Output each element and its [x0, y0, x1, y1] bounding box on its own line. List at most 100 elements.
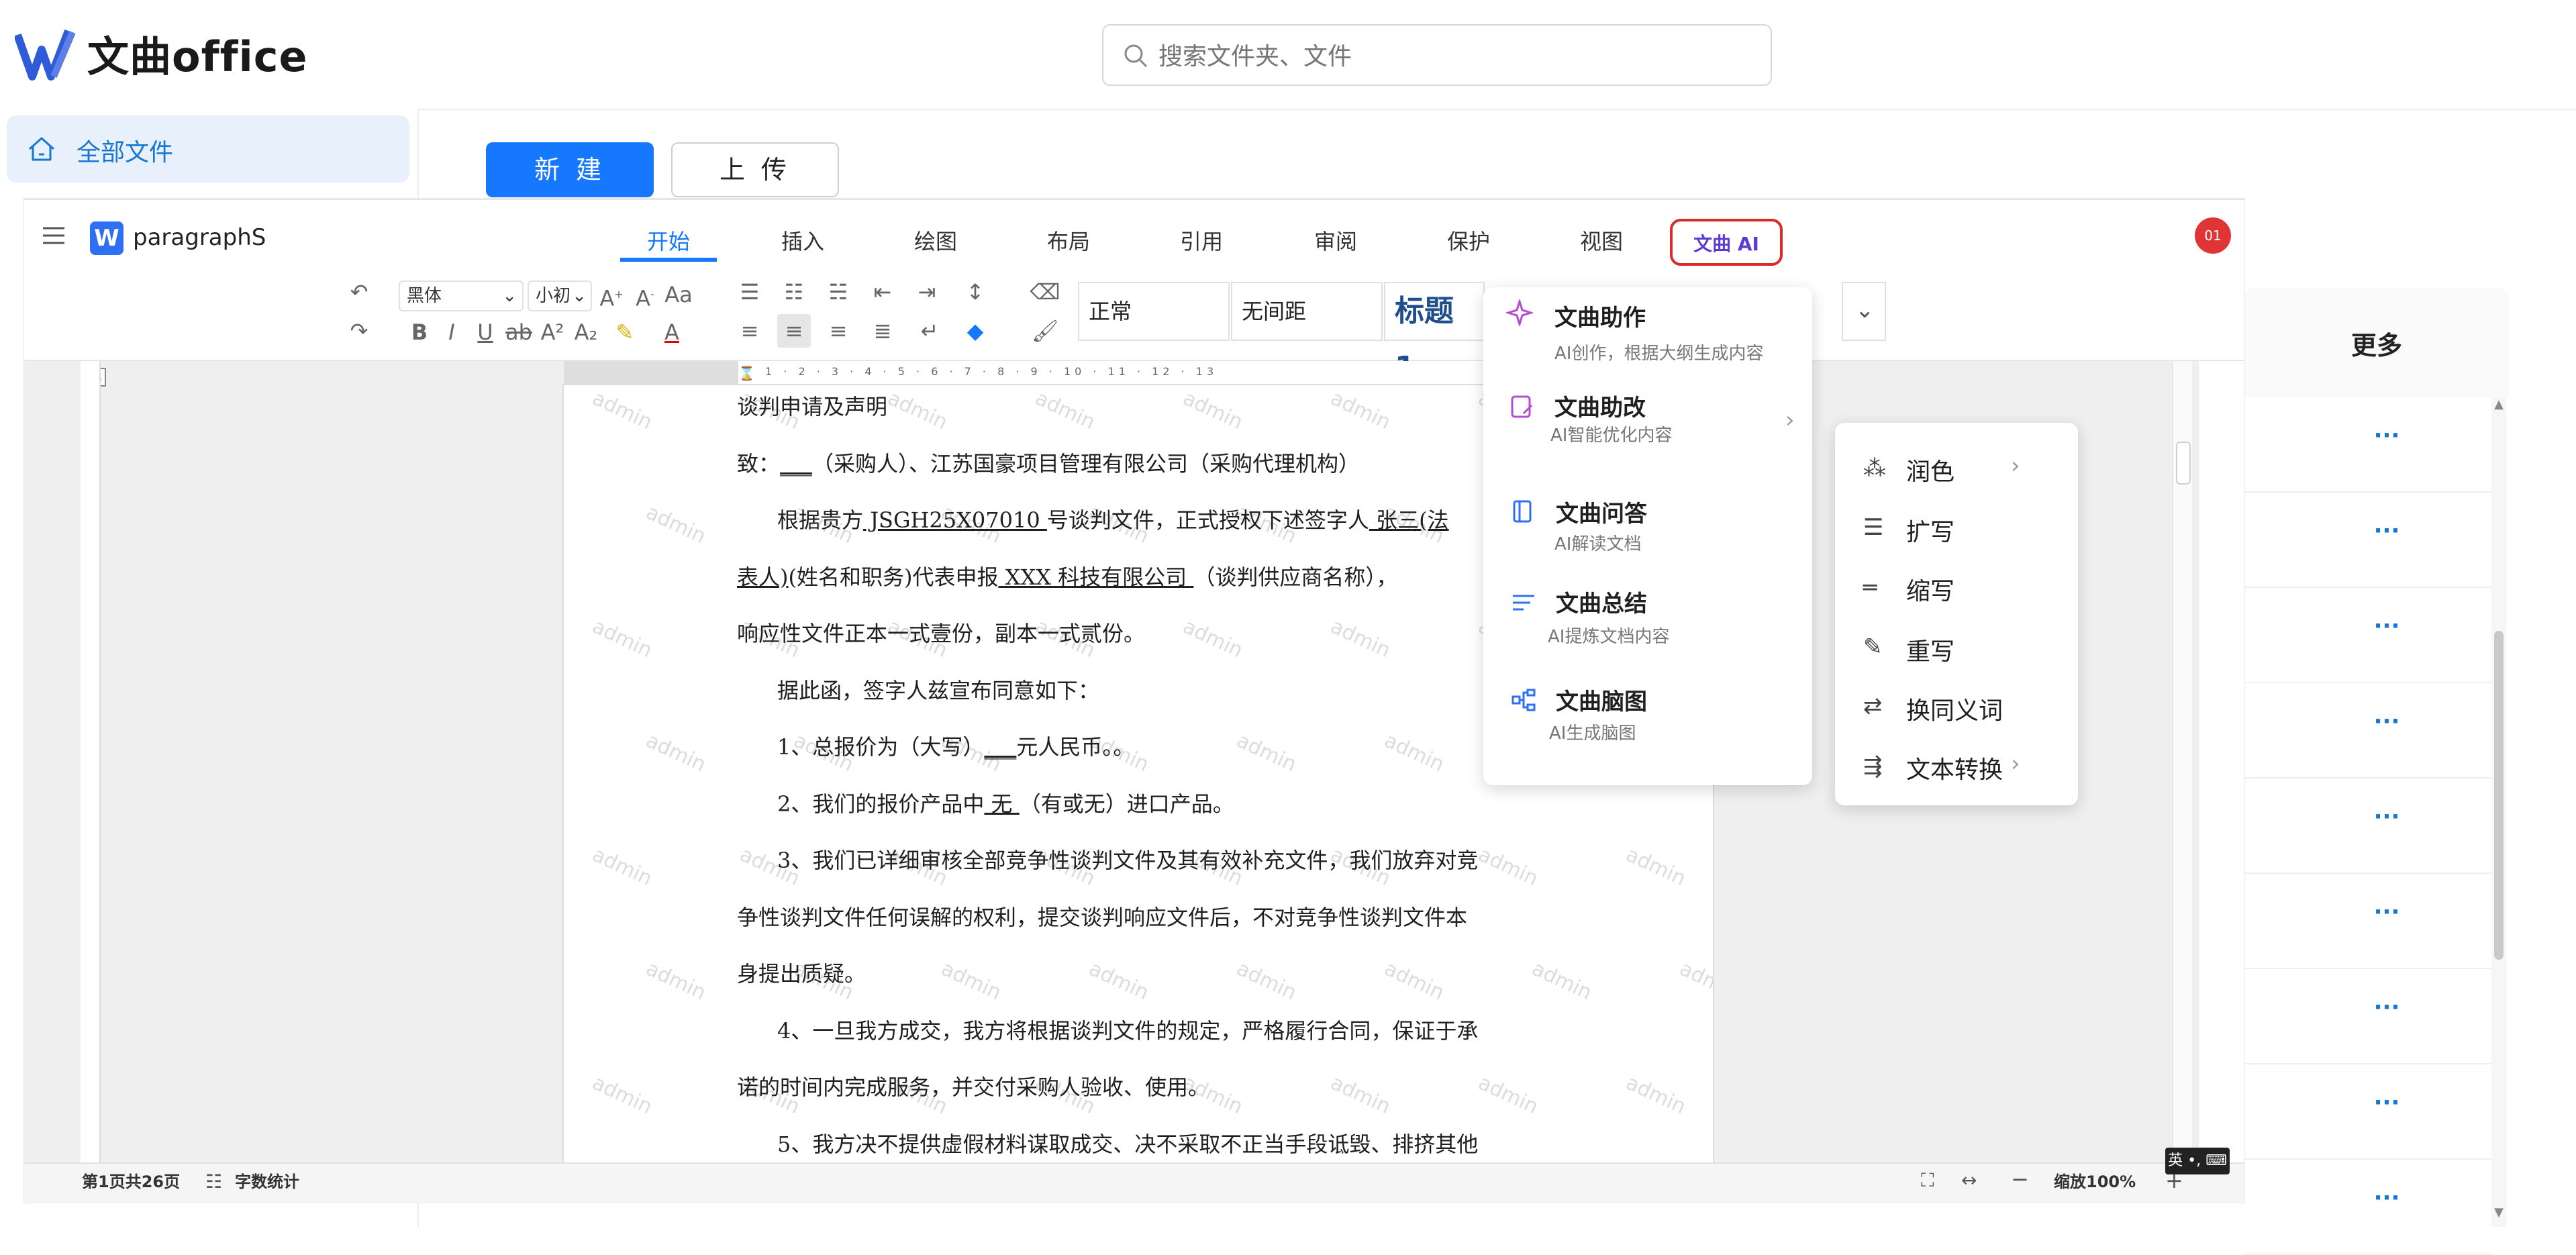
tab-home[interactable]: 开始 — [620, 221, 717, 262]
tab-references[interactable]: 引用 — [1153, 221, 1250, 262]
bold-icon[interactable]: B — [403, 315, 436, 349]
watermark-text: admin — [642, 728, 709, 777]
format-painter-icon[interactable]: 🖌 — [1028, 314, 1062, 348]
italic-icon[interactable]: I — [435, 315, 468, 349]
increase-indent-icon[interactable]: ⇥ — [910, 275, 944, 309]
strikethrough-icon[interactable]: ab — [502, 315, 536, 349]
row-more-actions-button[interactable]: ··· — [2367, 424, 2407, 447]
ime-indicator: 英 •, ⌨ — [2165, 1148, 2230, 1174]
paragraph-line: 据此函，签字人兹宣布同意如下： — [777, 677, 1100, 703]
search-input[interactable] — [1157, 38, 1750, 75]
file-table-scrollbar[interactable] — [2491, 397, 2506, 1227]
change-case-icon[interactable]: Aa — [662, 278, 695, 311]
paragraph-line: 5、我方决不提供虚假材料谋取成交、决不采取不正当手段诋毁、排挤其他 — [777, 1131, 1479, 1157]
submenu-item-polish[interactable]: 润色 — [1906, 452, 1954, 487]
decrease-font-icon[interactable]: A- — [628, 278, 662, 315]
scrollbar-thumb[interactable] — [2176, 442, 2191, 485]
highlight-color-icon[interactable]: ✎ — [608, 315, 642, 349]
word-count-icon[interactable]: ☷ — [205, 1170, 222, 1193]
paragraph-line: 表人)(姓名和职务)代表申报 XXX 科技有限公司 （谈判供应商名称）， — [737, 564, 1397, 591]
table-row-divider — [2244, 1063, 2493, 1064]
ai-item-title[interactable]: 文曲总结 — [1556, 585, 1647, 618]
fit-page-icon[interactable]: ⛶ — [1921, 1169, 1934, 1192]
watermark-text: admin — [1327, 386, 1394, 435]
align-right-icon[interactable]: ≡ — [822, 314, 855, 348]
style-no-spacing[interactable]: 无间距 — [1231, 282, 1383, 341]
clear-format-icon[interactable]: ⌫ — [1028, 275, 1062, 309]
row-more-actions-button[interactable]: ··· — [2367, 519, 2407, 542]
vertical-ruler — [81, 361, 101, 1162]
tab-view[interactable]: 视图 — [1553, 221, 1650, 262]
submenu-item-synonyms[interactable]: 换同义词 — [1906, 691, 2003, 726]
submenu-item-rewrite[interactable]: 重写 — [1906, 632, 1954, 667]
watermark-text: admin — [1475, 1070, 1542, 1119]
align-center-icon[interactable]: ≡ — [777, 314, 811, 348]
tab-draw[interactable]: 绘图 — [887, 221, 984, 262]
row-more-actions-button[interactable]: ··· — [2367, 1187, 2407, 1209]
redo-icon[interactable]: ↷ — [342, 314, 376, 348]
search-field[interactable] — [1102, 24, 1772, 86]
ai-item-title[interactable]: 文曲助改 — [1554, 389, 1646, 422]
scrollbar-thumb[interactable] — [2494, 631, 2504, 960]
tab-review[interactable]: 审阅 — [1287, 221, 1384, 262]
line-segment: 1、总报价为（大写） — [777, 734, 985, 760]
style-gallery-expand[interactable]: ⌄ — [1842, 282, 1886, 341]
indent-marker-icon[interactable]: ⌛ — [738, 365, 755, 381]
sidebar-item-all-files[interactable]: 全部文件 — [7, 115, 409, 183]
tab-protect[interactable]: 保护 — [1420, 221, 1517, 262]
justify-icon[interactable]: ≣ — [866, 314, 899, 348]
row-more-actions-button[interactable]: ··· — [2367, 901, 2407, 923]
subscript-icon[interactable]: A₂ — [569, 315, 603, 349]
watermark-text: admin — [589, 614, 656, 663]
watermark-text: admin — [589, 842, 656, 891]
scroll-down-arrow-icon[interactable]: ▼ — [2491, 1205, 2506, 1219]
notification-badge[interactable]: 01 — [2195, 217, 2231, 254]
numbered-list-icon[interactable]: ☷ — [777, 275, 811, 309]
hamburger-menu-icon[interactable] — [40, 225, 67, 246]
line-spacing-icon[interactable]: ↕ — [958, 275, 992, 309]
underline-icon[interactable]: U — [468, 315, 502, 349]
watermark-text: admin — [1233, 728, 1300, 777]
new-button[interactable]: 新 建 — [486, 142, 654, 197]
row-more-actions-button[interactable]: ··· — [2367, 710, 2407, 733]
decrease-indent-icon[interactable]: ⇤ — [866, 275, 899, 309]
submenu-item-expand[interactable]: 扩写 — [1906, 513, 1954, 548]
upload-button[interactable]: 上 传 — [671, 142, 839, 197]
increase-font-icon[interactable]: A+ — [595, 278, 628, 315]
ruler-ticks: 1 · 2 · 3 · 4 · 5 · 6 · 7 · 8 · 9 · 10 ·… — [765, 365, 1218, 378]
watermark-text: admin — [938, 956, 1005, 1005]
font-family-select[interactable]: 黑体 ⌄ — [399, 281, 524, 311]
style-heading-1[interactable]: 标题 1 — [1384, 282, 1485, 385]
ai-item-title[interactable]: 文曲脑图 — [1556, 683, 1647, 716]
style-normal[interactable]: 正常 — [1078, 282, 1230, 341]
text-convert-icon: ⇶ — [1863, 753, 1883, 780]
tab-wenqu-ai[interactable]: 文曲 AI — [1670, 219, 1783, 266]
align-left-icon[interactable]: ≡ — [733, 314, 766, 348]
superscript-icon[interactable]: A² — [536, 315, 569, 349]
mindmap-icon — [1510, 687, 1537, 714]
scroll-up-arrow-icon[interactable]: ▲ — [2491, 397, 2506, 411]
multilevel-list-icon[interactable]: ☵ — [822, 275, 855, 309]
shading-icon[interactable]: ◆ — [958, 314, 992, 348]
row-more-actions-button[interactable]: ··· — [2367, 615, 2407, 638]
font-color-icon[interactable]: A — [655, 315, 689, 349]
submenu-item-text-convert[interactable]: 文本转换 — [1906, 750, 2003, 785]
chevron-down-icon: ⌄ — [1855, 297, 1875, 323]
bullet-list-icon[interactable]: ☰ — [733, 275, 766, 309]
row-more-actions-button[interactable]: ··· — [2367, 1091, 2407, 1114]
font-size-select[interactable]: 小初 ⌄ — [528, 281, 592, 311]
ai-item-title[interactable]: 文曲问答 — [1556, 495, 1647, 528]
undo-icon[interactable]: ↶ — [342, 275, 376, 309]
zoom-out-icon[interactable]: − — [2011, 1166, 2029, 1192]
row-more-actions-button[interactable]: ··· — [2367, 996, 2407, 1019]
document-scrollbar[interactable] — [2172, 361, 2192, 1162]
tab-insert[interactable]: 插入 — [754, 221, 851, 262]
submenu-item-shorten[interactable]: 缩写 — [1906, 572, 1954, 607]
row-more-actions-button[interactable]: ··· — [2367, 805, 2407, 828]
fit-width-icon[interactable]: ↔ — [1961, 1169, 1977, 1191]
word-count-button[interactable]: 字数统计 — [235, 1162, 299, 1201]
table-row-divider — [2244, 872, 2493, 874]
tab-layout[interactable]: 布局 — [1020, 221, 1117, 262]
ai-item-title[interactable]: 文曲助作 — [1554, 299, 1646, 332]
paragraph-mark-icon[interactable]: ↵ — [913, 314, 946, 348]
